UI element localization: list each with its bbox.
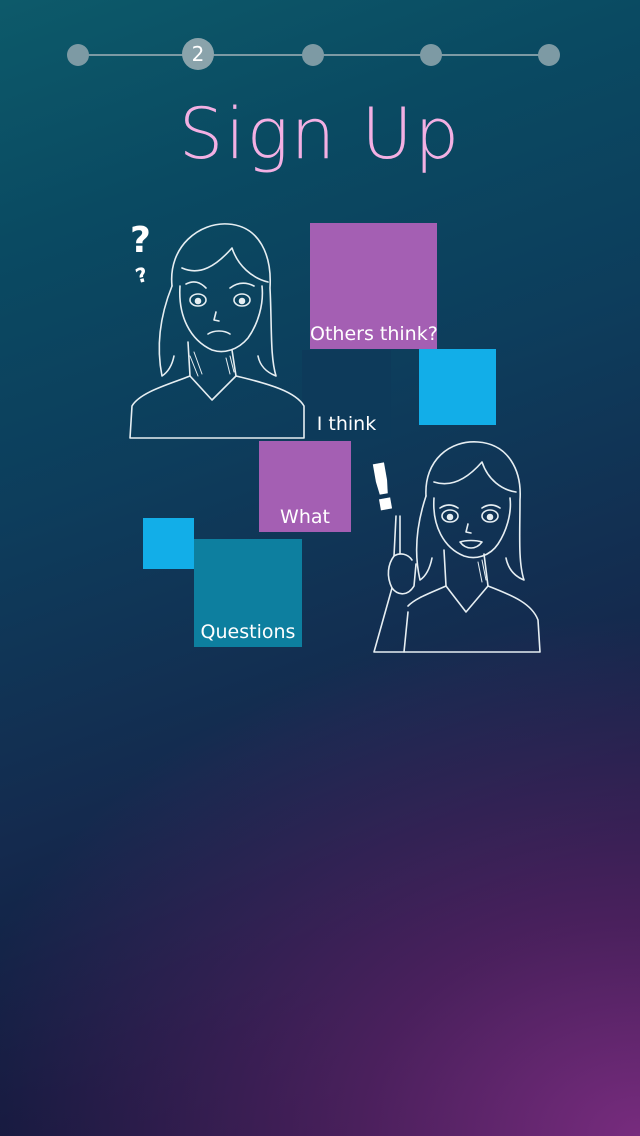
tile-others-think: Others think? (310, 223, 438, 349)
tile-accent-blue-right (419, 349, 496, 425)
step-5-dot (538, 44, 560, 66)
confused-woman-illustration: ? ? (120, 216, 310, 442)
tile-what: What (259, 441, 351, 532)
step-1-dot (67, 44, 89, 66)
tile-accent-blue-left (143, 518, 194, 569)
step-2-dot-current: 2 (182, 38, 214, 70)
tile-questions: Questions (194, 539, 302, 647)
exclamation-mark-icon: ! (364, 450, 404, 528)
tile-label-what: What (280, 506, 330, 528)
step-4-dot (420, 44, 442, 66)
step-3-dot (302, 44, 324, 66)
question-mark-icon: ? (130, 220, 151, 261)
idea-woman-illustration: ! (364, 436, 548, 656)
tile-label-i-think: I think (316, 413, 377, 435)
small-question-mark-icon: ? (133, 262, 150, 288)
tile-label-questions: Questions (200, 621, 296, 643)
tile-label-others-think: Others think? (310, 323, 438, 345)
page-title: Sign Up (178, 93, 462, 175)
tile-i-think: I think (302, 350, 391, 439)
